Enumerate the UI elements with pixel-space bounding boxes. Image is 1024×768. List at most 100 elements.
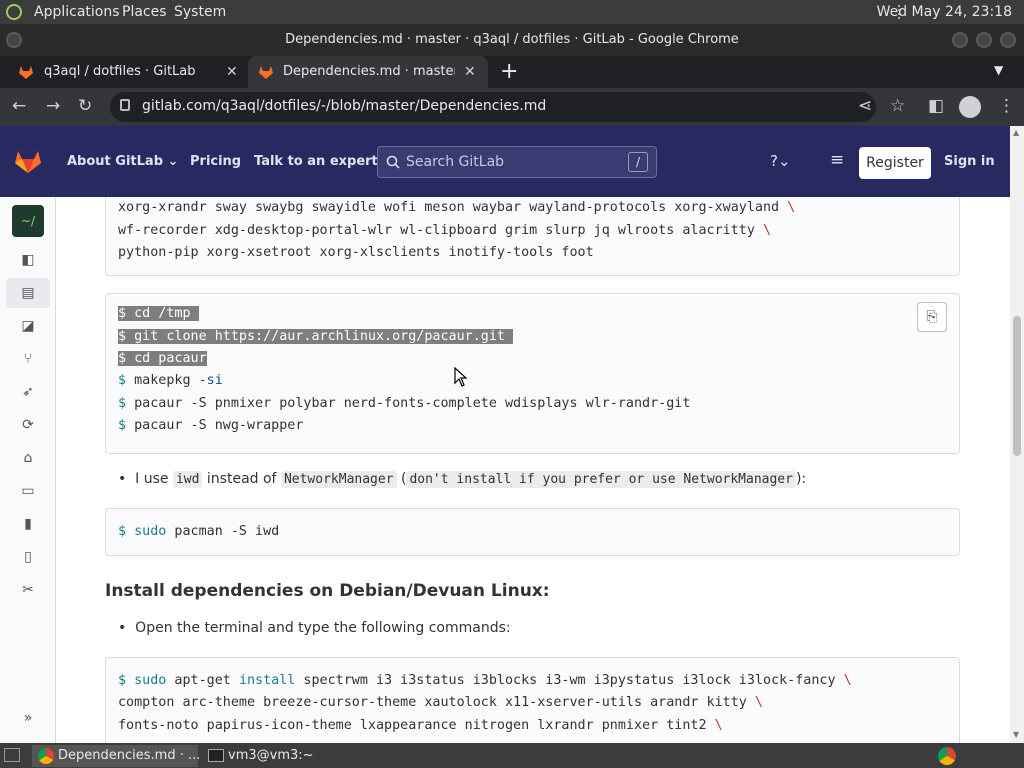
page-scrollbar[interactable]: ▲ ▼ <box>1010 126 1024 743</box>
clipboard-icon: ⎘ <box>926 309 938 325</box>
list-item-open-terminal: • Open the terminal and type the followi… <box>118 620 511 636</box>
file-content: xorg-xrandr sway swaybg swayidle wofi me… <box>56 197 1010 743</box>
window-menu-icon[interactable] <box>6 32 22 48</box>
scroll-up-icon[interactable]: ▲ <box>1013 128 1019 137</box>
code-line[interactable]: $ pacaur -S pnmixer polybar nerd-fonts-c… <box>118 394 690 414</box>
chevron-down-icon: ⌄ <box>167 154 179 169</box>
list-item-iwd-note: • I use iwd instead of NetworkManager (d… <box>118 471 807 488</box>
ci-cd-icon[interactable]: ➶ <box>19 383 37 401</box>
project-info-icon[interactable]: ◧ <box>19 251 37 269</box>
menu-system[interactable]: System <box>174 4 226 20</box>
back-icon[interactable]: ← <box>12 96 26 116</box>
taskbar-item-terminal[interactable]: vm3@vm3:~ <box>202 745 362 767</box>
bullet-dot: • <box>118 620 127 636</box>
desktop-taskbar: Dependencies.md · ... vm3@vm3:~ <box>0 743 1024 768</box>
project-avatar-icon[interactable]: ~/ <box>12 205 44 237</box>
search-shortcut-hint: / <box>628 152 648 172</box>
sign-in-link[interactable]: Sign in <box>944 154 995 169</box>
monitor-icon[interactable]: ▭ <box>19 482 37 500</box>
mouse-cursor-icon <box>454 367 468 387</box>
show-desktop-icon[interactable] <box>4 748 20 762</box>
clock[interactable]: Wed May 24, 23:18 <box>877 4 1012 20</box>
gitlab-favicon-icon <box>259 66 273 79</box>
nav-talk-to-expert[interactable]: Talk to an expert <box>254 154 378 169</box>
copy-code-button[interactable]: ⎘ <box>917 302 947 332</box>
analytics-icon[interactable]: ▮ <box>19 515 37 533</box>
url-text[interactable]: gitlab.com/q3aql/dotfiles/-/blob/master/… <box>142 98 546 114</box>
code-line[interactable]: $ cd pacaur <box>118 349 207 369</box>
code-line[interactable]: $ sudo apt-get install spectrwm i3 i3sta… <box>118 671 852 691</box>
menu-applications[interactable]: Applications <box>34 4 120 20</box>
window-titlebar: Dependencies.md · master · q3aql / dotfi… <box>0 24 1024 56</box>
taskbar-item-chrome[interactable]: Dependencies.md · ... <box>32 745 200 767</box>
side-panel-icon[interactable]: ◧ <box>928 96 944 116</box>
code-block-debian-packages[interactable]: $ sudo apt-get install spectrwm i3 i3sta… <box>105 657 960 743</box>
code-line[interactable]: fonts-noto papirus-icon-theme lxappearan… <box>118 716 723 736</box>
code-line[interactable]: $ cd /tmp <box>118 304 199 324</box>
code-line[interactable]: $ sudo pacman -S iwd <box>118 522 279 542</box>
search-box[interactable]: Search GitLab / <box>377 146 657 178</box>
chrome-icon <box>38 748 54 764</box>
code-line[interactable]: $ git clone https://aur.archlinux.org/pa… <box>118 327 514 347</box>
help-icon[interactable]: ?⌄ <box>770 152 791 170</box>
inline-code-iwd: iwd <box>172 471 203 488</box>
share-icon[interactable]: ⋖ <box>858 96 872 116</box>
browser-menu-icon[interactable]: ⋮ <box>998 96 1015 116</box>
code-line[interactable]: compton arc-theme breeze-cursor-theme xa… <box>118 693 763 713</box>
code-line[interactable]: $ makepkg -si <box>118 371 223 391</box>
lock-icon[interactable] <box>120 99 130 111</box>
tab-label: Dependencies.md · master · q3 <box>283 64 455 79</box>
new-tab-icon[interactable]: + <box>500 59 518 84</box>
address-bar[interactable]: gitlab.com/q3aql/dotfiles/-/blob/master/… <box>110 92 876 122</box>
minimize-icon[interactable] <box>952 32 968 48</box>
reload-icon[interactable]: ↻ <box>78 96 92 116</box>
scroll-down-icon[interactable]: ▼ <box>1013 730 1019 739</box>
bookmark-star-icon[interactable]: ☆ <box>890 96 905 116</box>
tab-label: q3aql / dotfiles · GitLab <box>44 64 196 79</box>
hamburger-menu-icon[interactable]: ≡ <box>830 150 844 170</box>
window-title: Dependencies.md · master · q3aql / dotfi… <box>285 32 739 47</box>
snippets-icon[interactable]: ✂ <box>19 581 37 599</box>
register-button[interactable]: Register <box>859 147 931 179</box>
scrollbar-thumb[interactable] <box>1013 316 1021 456</box>
heading-debian-dependencies: Install dependencies on Debian/Devuan Li… <box>105 581 550 601</box>
code-block-arch-packages: xorg-xrandr sway swaybg swayidle wofi me… <box>105 197 960 276</box>
forward-icon[interactable]: → <box>46 96 60 116</box>
bullet-dot: • <box>118 471 127 487</box>
code-line: xorg-xrandr sway swaybg swayidle wofi me… <box>118 200 796 215</box>
repository-icon[interactable]: ▤ <box>6 278 50 308</box>
profile-avatar-icon[interactable] <box>959 96 981 118</box>
tab-search-icon[interactable]: ▼ <box>994 63 1003 77</box>
gitlab-favicon-icon <box>19 66 33 79</box>
code-block-iwd[interactable]: $ sudo pacman -S iwd <box>105 508 960 556</box>
search-input[interactable]: Search GitLab <box>406 154 504 170</box>
gitlab-logo-icon[interactable] <box>14 148 42 174</box>
tab-close-icon[interactable]: ✕ <box>226 56 238 88</box>
issues-icon[interactable]: ◪ <box>19 317 37 335</box>
merge-requests-icon[interactable]: ⑂ <box>19 350 37 368</box>
tab-close-icon[interactable]: ✕ <box>464 56 476 88</box>
packages-icon[interactable]: ⌂ <box>19 449 37 467</box>
tab-dotfiles[interactable]: q3aql / dotfiles · GitLab ✕ <box>0 56 246 88</box>
wiki-icon[interactable]: ▯ <box>19 548 37 566</box>
desktop-top-panel: Applications Places System Wed May 24, 2… <box>0 0 1024 24</box>
code-line[interactable]: $ pacaur -S nwg-wrapper <box>118 416 303 436</box>
project-sidebar: ~/ ◧ ▤ ◪ ⑂ ➶ ⟳ ⌂ ▭ ▮ ▯ ✂ » <box>0 197 56 743</box>
deployments-icon[interactable]: ⟳ <box>19 416 37 434</box>
distro-logo-icon[interactable] <box>6 4 22 20</box>
expand-sidebar-icon[interactable]: » <box>19 709 37 727</box>
code-block-pacaur[interactable]: $ cd /tmp $ git clone https://aur.archli… <box>105 293 960 454</box>
tab-strip: q3aql / dotfiles · GitLab ✕ Dependencies… <box>0 56 1024 88</box>
menu-places[interactable]: Places <box>122 4 167 20</box>
search-icon <box>386 155 400 169</box>
nav-about-gitlab[interactable]: About GitLab ⌄ <box>67 154 178 169</box>
inline-code-note: don't install if you prefer or use Netwo… <box>406 471 796 488</box>
close-window-icon[interactable] <box>1000 32 1016 48</box>
maximize-icon[interactable] <box>976 32 992 48</box>
nav-pricing[interactable]: Pricing <box>190 154 241 169</box>
gitlab-header: About GitLab ⌄ Pricing Talk to an expert… <box>0 126 1010 197</box>
tray-chrome-icon[interactable] <box>938 747 956 765</box>
inline-code-networkmanager: NetworkManager <box>280 471 397 488</box>
tab-dependencies[interactable]: Dependencies.md · master · q3 ✕ <box>248 56 488 88</box>
code-line: wf-recorder xdg-desktop-portal-wlr wl-cl… <box>118 223 772 238</box>
